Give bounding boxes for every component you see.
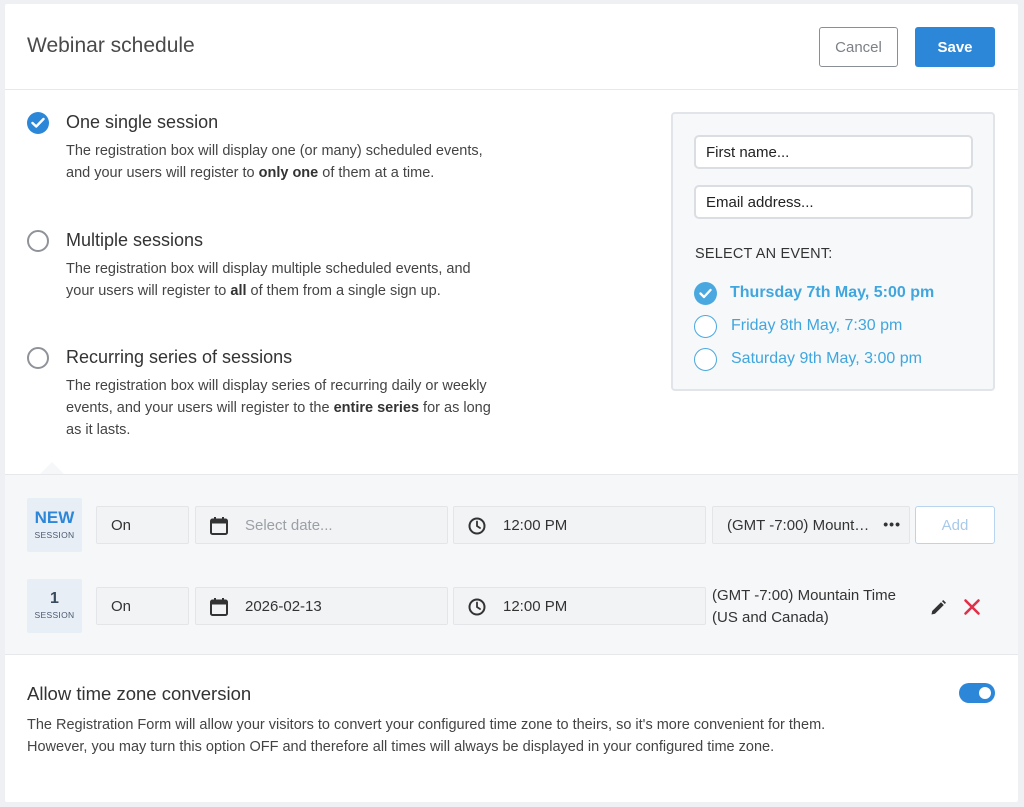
toggle-knob	[979, 687, 991, 699]
event-radio[interactable]	[694, 315, 717, 338]
event-radio[interactable]	[694, 348, 717, 371]
webinar-schedule-panel: Webinar schedule Cancel Save One single …	[5, 4, 1018, 802]
event-option[interactable]: Thursday 7th May, 5:00 pm	[694, 282, 984, 306]
cancel-button[interactable]: Cancel	[819, 27, 898, 67]
option-title: One single session	[66, 112, 219, 132]
time-input[interactable]: 12:00 PM	[453, 587, 706, 625]
check-icon	[31, 117, 45, 128]
timezone-text: (GMT -7:00) Mountain Time (US and Canada…	[712, 587, 896, 626]
event-label: Friday 8th May, 7:30 pm	[731, 317, 903, 334]
calendar-icon	[210, 517, 228, 535]
header: Webinar schedule Cancel Save	[5, 4, 1018, 90]
registration-preview: First name... Email address... SELECT AN…	[671, 112, 995, 391]
page-title: Webinar schedule	[27, 34, 195, 57]
option-description: The registration box will display series…	[66, 378, 491, 438]
radio-multiple-sessions[interactable]	[27, 230, 49, 252]
on-select[interactable]: On	[96, 506, 189, 544]
date-input[interactable]: 2026-02-13	[195, 587, 448, 625]
event-label: Saturday 9th May, 3:00 pm	[731, 350, 922, 367]
calendar-icon	[210, 598, 228, 616]
radio-recurring-series[interactable]	[27, 347, 49, 369]
event-label: Thursday 7th May, 5:00 pm	[730, 284, 935, 301]
option-title: Recurring series of sessions	[66, 347, 293, 367]
select-event-label: SELECT AN EVENT:	[695, 246, 833, 262]
timezone-conversion-toggle[interactable]	[959, 683, 995, 703]
radio-single-session[interactable]	[27, 112, 49, 134]
timezone-select[interactable]: (GMT -7:00) Mountain Time (US and Canada…	[712, 506, 910, 544]
section-pointer	[40, 462, 64, 474]
option-description: The registration box will display multip…	[66, 261, 471, 299]
first-name-field[interactable]: First name...	[694, 135, 973, 169]
timezone-conversion-title: Allow time zone conversion	[27, 683, 252, 704]
check-icon	[699, 288, 712, 299]
more-icon[interactable]: •••	[883, 516, 901, 532]
on-select[interactable]: On	[96, 587, 189, 625]
date-input[interactable]: Select date...	[195, 506, 448, 544]
session-badge: 1 SESSION	[27, 579, 82, 633]
timezone-conversion-description: The Registration Form will allow your vi…	[27, 717, 826, 755]
sessions-section: NEW SESSION On Select date... 12:00 PM (…	[5, 474, 1018, 655]
pencil-icon[interactable]	[929, 599, 947, 617]
close-icon[interactable]	[963, 598, 981, 616]
time-input[interactable]: 12:00 PM	[453, 506, 706, 544]
save-button[interactable]: Save	[915, 27, 995, 67]
email-field[interactable]: Email address...	[694, 185, 973, 219]
clock-icon	[468, 517, 486, 535]
event-option[interactable]: Saturday 9th May, 3:00 pm	[694, 348, 984, 372]
option-title: Multiple sessions	[66, 230, 204, 250]
event-option[interactable]: Friday 8th May, 7:30 pm	[694, 315, 984, 339]
add-session-button[interactable]: Add	[915, 506, 995, 544]
option-description: The registration box will display one (o…	[66, 143, 483, 181]
event-radio[interactable]	[694, 282, 717, 305]
new-session-badge: NEW SESSION	[27, 498, 82, 552]
clock-icon	[468, 598, 486, 616]
